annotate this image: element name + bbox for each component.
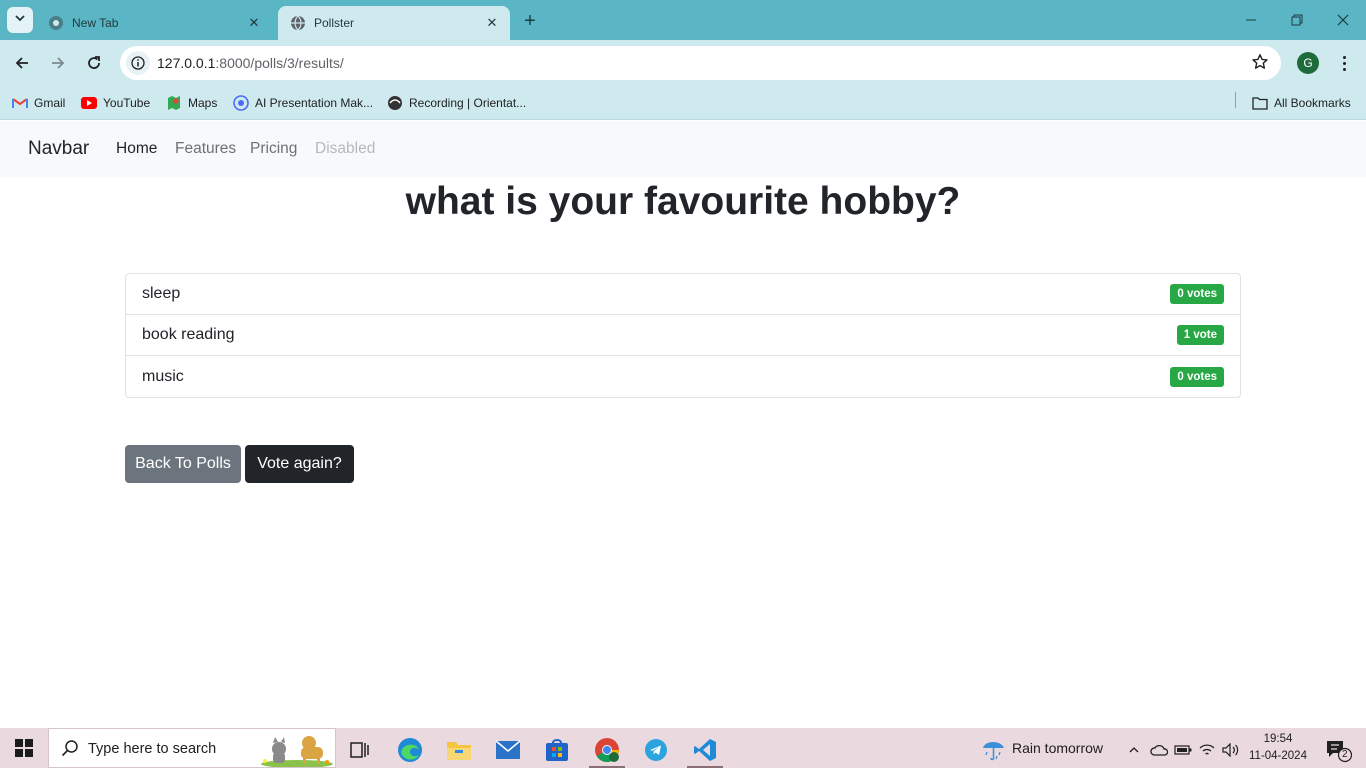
close-window-icon[interactable]	[1320, 0, 1366, 40]
mail-icon[interactable]	[486, 732, 530, 768]
vote-again-button[interactable]: Vote again?	[245, 445, 354, 483]
back-to-polls-button[interactable]: Back To Polls	[125, 445, 241, 483]
address-bar[interactable]: 127.0.0.1:8000/polls/3/results/	[120, 46, 1281, 80]
tab-search-button[interactable]	[7, 7, 33, 33]
tab-pollster[interactable]: Pollster ✕	[278, 6, 510, 40]
bookmark-youtube[interactable]: YouTube	[81, 93, 150, 113]
list-item: sleep 0 votes	[126, 274, 1240, 315]
back-arrow-icon[interactable]	[7, 48, 37, 78]
results-list: sleep 0 votes book reading 1 vote music …	[125, 273, 1241, 398]
url-text: 127.0.0.1:8000/polls/3/results/	[157, 55, 344, 71]
search-placeholder: Type here to search	[88, 741, 217, 757]
forward-arrow-icon[interactable]	[43, 48, 73, 78]
taskbar-clock[interactable]: 19:54 11-04-2024	[1246, 731, 1310, 765]
globe-icon	[290, 15, 306, 31]
poll-question: what is your favourite hobby?	[405, 180, 961, 223]
list-item: book reading 1 vote	[126, 315, 1240, 356]
search-highlight-illustration-icon	[257, 731, 335, 768]
bookmark-maps[interactable]: Maps	[166, 93, 217, 113]
clock-time: 19:54	[1263, 733, 1293, 745]
bookmark-recording[interactable]: Recording | Orientat...	[387, 93, 526, 113]
bookmark-ai-presentation[interactable]: AI Presentation Mak...	[233, 93, 373, 113]
all-bookmarks-folder[interactable]: All Bookmarks	[1252, 93, 1351, 113]
navbar-brand[interactable]: Navbar	[28, 138, 89, 160]
chrome-taskbar-icon[interactable]	[585, 732, 629, 768]
tab-title: Pollster	[314, 16, 355, 30]
youtube-icon	[81, 95, 97, 111]
profile-avatar[interactable]: G	[1297, 52, 1319, 74]
nav-link-disabled: Disabled	[315, 140, 376, 157]
edge-browser-icon[interactable]	[388, 732, 432, 768]
vote-count-badge: 1 vote	[1176, 325, 1224, 345]
browser-toolbar: 127.0.0.1:8000/polls/3/results/ G	[0, 40, 1366, 86]
bookmark-star-icon[interactable]	[1251, 53, 1269, 76]
bookmark-gmail[interactable]: Gmail	[12, 93, 65, 113]
minimize-icon[interactable]	[1228, 0, 1274, 40]
site-navbar: Navbar Home Features Pricing Disabled	[0, 121, 1366, 177]
recording-icon	[387, 95, 403, 111]
vscode-icon[interactable]	[683, 732, 727, 768]
file-explorer-icon[interactable]	[437, 732, 481, 768]
volume-icon[interactable]	[1218, 732, 1244, 768]
vote-count-badge: 0 votes	[1170, 366, 1224, 387]
close-tab-icon[interactable]: ✕	[484, 15, 500, 31]
chevron-up-icon[interactable]	[1120, 732, 1148, 768]
search-icon	[61, 739, 79, 762]
choice-text: book reading	[142, 326, 235, 343]
task-view-icon[interactable]	[338, 732, 382, 768]
wifi-icon[interactable]	[1194, 732, 1220, 768]
vote-count-badge: 0 votes	[1170, 284, 1224, 304]
url-host: 127.0.0.1	[157, 55, 216, 71]
nav-link-pricing[interactable]: Pricing	[250, 140, 297, 158]
bookmarks-separator	[1235, 92, 1236, 108]
weather-text[interactable]: Rain tomorrow	[1012, 740, 1103, 756]
site-info-icon[interactable]	[126, 51, 150, 75]
tab-title: New Tab	[72, 16, 119, 30]
browser-tab-strip: New Tab ✕ Pollster ✕ +	[0, 0, 1366, 40]
folder-icon	[1252, 95, 1268, 111]
nav-link-features[interactable]: Features	[175, 140, 236, 158]
telegram-icon[interactable]	[634, 732, 678, 768]
bookmark-label: Recording | Orientat...	[409, 96, 527, 110]
weather-rain-icon[interactable]	[972, 732, 1016, 768]
notification-center-icon[interactable]: 2	[1318, 732, 1358, 768]
bookmark-label: Maps	[188, 96, 218, 110]
bookmark-label: Gmail	[34, 96, 66, 110]
choice-text: sleep	[142, 285, 181, 302]
ai-presentation-icon	[233, 95, 249, 111]
microsoft-store-icon[interactable]	[535, 732, 579, 768]
notification-count: 2	[1342, 749, 1348, 760]
new-tab-plus-icon[interactable]: +	[519, 10, 541, 32]
url-path: :8000/polls/3/results/	[215, 55, 344, 71]
bookmark-label: YouTube	[103, 96, 151, 110]
more-menu-icon[interactable]	[1334, 51, 1354, 75]
bookmark-label: AI Presentation Mak...	[255, 96, 374, 110]
list-item: music 0 votes	[126, 356, 1240, 397]
nav-link-home[interactable]: Home	[116, 140, 157, 158]
close-tab-icon[interactable]: ✕	[246, 15, 262, 31]
gmail-icon	[12, 95, 28, 111]
taskbar-search-box[interactable]: Type here to search	[48, 728, 336, 768]
chevron-down-icon	[14, 11, 26, 29]
bookmark-label: All Bookmarks	[1274, 96, 1351, 110]
tab-new-tab[interactable]: New Tab ✕	[36, 6, 272, 40]
choice-text: music	[142, 367, 184, 385]
restore-icon[interactable]	[1274, 0, 1320, 40]
chrome-icon	[48, 15, 64, 31]
windows-taskbar: Type here to search Rain tomorrow 19:54 …	[0, 728, 1366, 768]
bookmarks-bar: Gmail YouTube Maps AI Presentation Mak..…	[0, 86, 1366, 120]
onedrive-cloud-icon[interactable]	[1146, 732, 1172, 768]
maps-icon	[166, 95, 182, 111]
clock-date: 11-04-2024	[1249, 750, 1307, 762]
reload-icon[interactable]	[79, 48, 109, 78]
windows-start-icon[interactable]	[0, 728, 48, 768]
battery-icon[interactable]	[1170, 732, 1196, 768]
